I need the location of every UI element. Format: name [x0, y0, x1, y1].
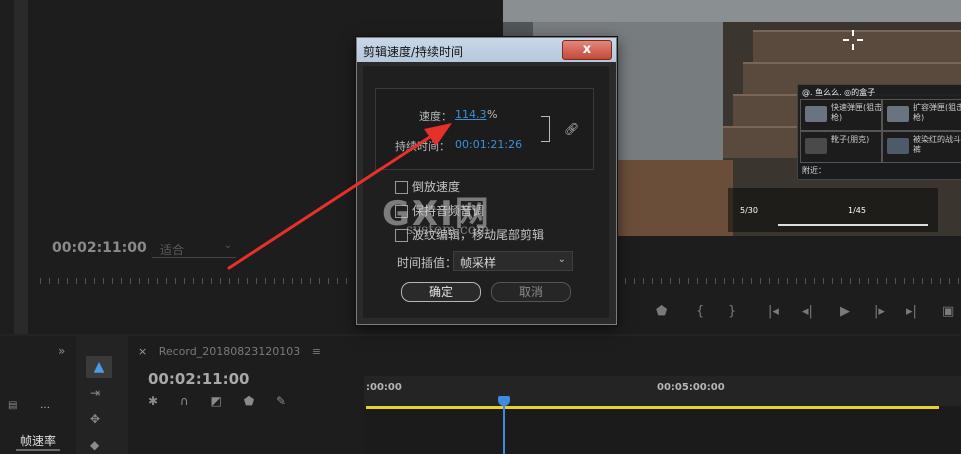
- loot-header: @. 鱼么么. ◎的盒子: [802, 88, 876, 97]
- ammo-count: 5/30: [740, 206, 758, 215]
- interp-label: 时间插值：: [397, 256, 458, 270]
- loot-item[interactable]: 靴子(朋克): [800, 131, 882, 163]
- fit-select[interactable]: 适合 ⌄: [152, 240, 236, 258]
- step-back-icon[interactable]: ◂|: [802, 304, 813, 319]
- clip-speed-dialog: 剪辑速度/持续时间 x 速度： 114.3 % 持续时间： 00:01:21:2…: [356, 37, 617, 325]
- timeline-track[interactable]: [364, 406, 961, 454]
- loot-item[interactable]: 快速弹匣(狙击枪): [800, 99, 882, 131]
- ammo-count-2: 1/45: [848, 206, 866, 215]
- link-chain-icon[interactable]: 🔗︎: [564, 122, 579, 136]
- play-icon[interactable]: ▶: [840, 304, 850, 319]
- mark-out-icon[interactable]: }: [728, 304, 736, 319]
- program-timecode[interactable]: 00:02:11:00: [52, 240, 147, 256]
- loot-item[interactable]: 扩容弹匣(狙击枪): [882, 99, 961, 131]
- pants-icon: [887, 138, 909, 154]
- chevron-down-icon: ⌄: [223, 240, 232, 251]
- razor-tool-icon[interactable]: ◆: [90, 438, 99, 452]
- boots-icon: [805, 138, 827, 154]
- duration-input[interactable]: 00:01:21:26: [455, 138, 522, 151]
- export-frame-icon[interactable]: ▣: [942, 304, 954, 319]
- transport-controls: ⬟ { } |◂ ◂| ▶ |▸ ▸| ▣: [650, 304, 961, 322]
- expand-panels-icon[interactable]: »: [58, 344, 65, 358]
- dialog-title: 剪辑速度/持续时间: [363, 45, 464, 59]
- ok-button[interactable]: 确定: [401, 282, 481, 302]
- fit-select-value: 适合: [160, 243, 185, 257]
- step-forward-icon[interactable]: |▸: [874, 304, 885, 319]
- marker-icon[interactable]: ⬟: [656, 304, 667, 319]
- go-to-in-icon[interactable]: |◂: [768, 304, 779, 319]
- nest-icon[interactable]: ✱: [148, 394, 158, 408]
- magazine-icon: [887, 106, 909, 122]
- add-marker-icon[interactable]: ⬟: [244, 394, 254, 408]
- ruler-label: 00:05:00:00: [657, 382, 725, 393]
- chevron-down-icon: ⌄: [557, 254, 566, 265]
- more-icon[interactable]: …: [40, 400, 50, 411]
- go-to-out-icon[interactable]: ▸|: [906, 304, 917, 319]
- sequence-tab-label: Record_20180823120103: [158, 345, 301, 358]
- work-area-bar[interactable]: [366, 406, 939, 409]
- ceiling: [503, 0, 961, 22]
- speed-duration-box: [375, 88, 594, 170]
- frame-rate-tab[interactable]: 帧速率: [20, 432, 56, 449]
- speed-input[interactable]: 114.3: [455, 108, 487, 121]
- watermark-subtext: system.com: [406, 222, 490, 238]
- selection-tool-icon[interactable]: ▲: [86, 356, 112, 378]
- close-icon[interactable]: ×: [138, 345, 147, 358]
- loot-item[interactable]: 被染红的战斗裤: [882, 131, 961, 163]
- dialog-titlebar[interactable]: 剪辑速度/持续时间 x: [357, 38, 616, 62]
- link-bracket: [541, 116, 550, 142]
- snap-icon[interactable]: ∩: [180, 394, 189, 408]
- ruler-label: :00:00: [366, 382, 402, 393]
- speed-label: 速度：: [419, 110, 452, 123]
- ripple-tool-icon[interactable]: ✥: [90, 412, 100, 426]
- tab-underline: [16, 449, 60, 451]
- sequence-tab[interactable]: × Record_20180823120103 ≡: [138, 345, 321, 358]
- interp-select-value: 帧采样: [460, 256, 497, 270]
- close-button[interactable]: x: [562, 40, 612, 60]
- health-bar: [778, 224, 928, 226]
- loot-panel: @. 鱼么么. ◎的盒子 快速弹匣(狙击枪) 扩容弹匣(狙击枪) 靴子(朋克) …: [797, 84, 961, 180]
- playhead-line[interactable]: [503, 398, 505, 454]
- watermark: GXI网 system.com: [382, 186, 552, 246]
- cancel-button[interactable]: 取消: [491, 282, 571, 302]
- nearby-label: 附近：: [802, 166, 826, 175]
- left-panel-strip: [0, 0, 15, 334]
- linked-selection-icon[interactable]: ◩: [211, 394, 222, 408]
- timeline-tool-icons: ✱ ∩ ◩ ⬟ ✎: [148, 394, 286, 408]
- settings-wrench-icon[interactable]: ✎: [276, 394, 286, 408]
- speed-unit: %: [487, 108, 498, 121]
- weapon-bar: 5/30 1/45: [728, 188, 938, 232]
- duration-label: 持续时间：: [395, 140, 450, 153]
- mark-in-icon[interactable]: {: [696, 304, 704, 319]
- track-select-tool-icon[interactable]: ⇥: [90, 386, 100, 400]
- time-interpolation-select[interactable]: 帧采样 ⌄: [453, 251, 573, 271]
- crosshair-icon: [843, 30, 863, 50]
- text-icon[interactable]: ▤: [8, 400, 17, 411]
- tools-panel: ▲ ⇥ ✥ ◆: [78, 336, 122, 454]
- menu-icon[interactable]: ≡: [312, 345, 321, 358]
- timeline-timecode[interactable]: 00:02:11:00: [148, 370, 250, 388]
- panel-divider: [14, 0, 28, 334]
- magazine-icon: [805, 106, 827, 122]
